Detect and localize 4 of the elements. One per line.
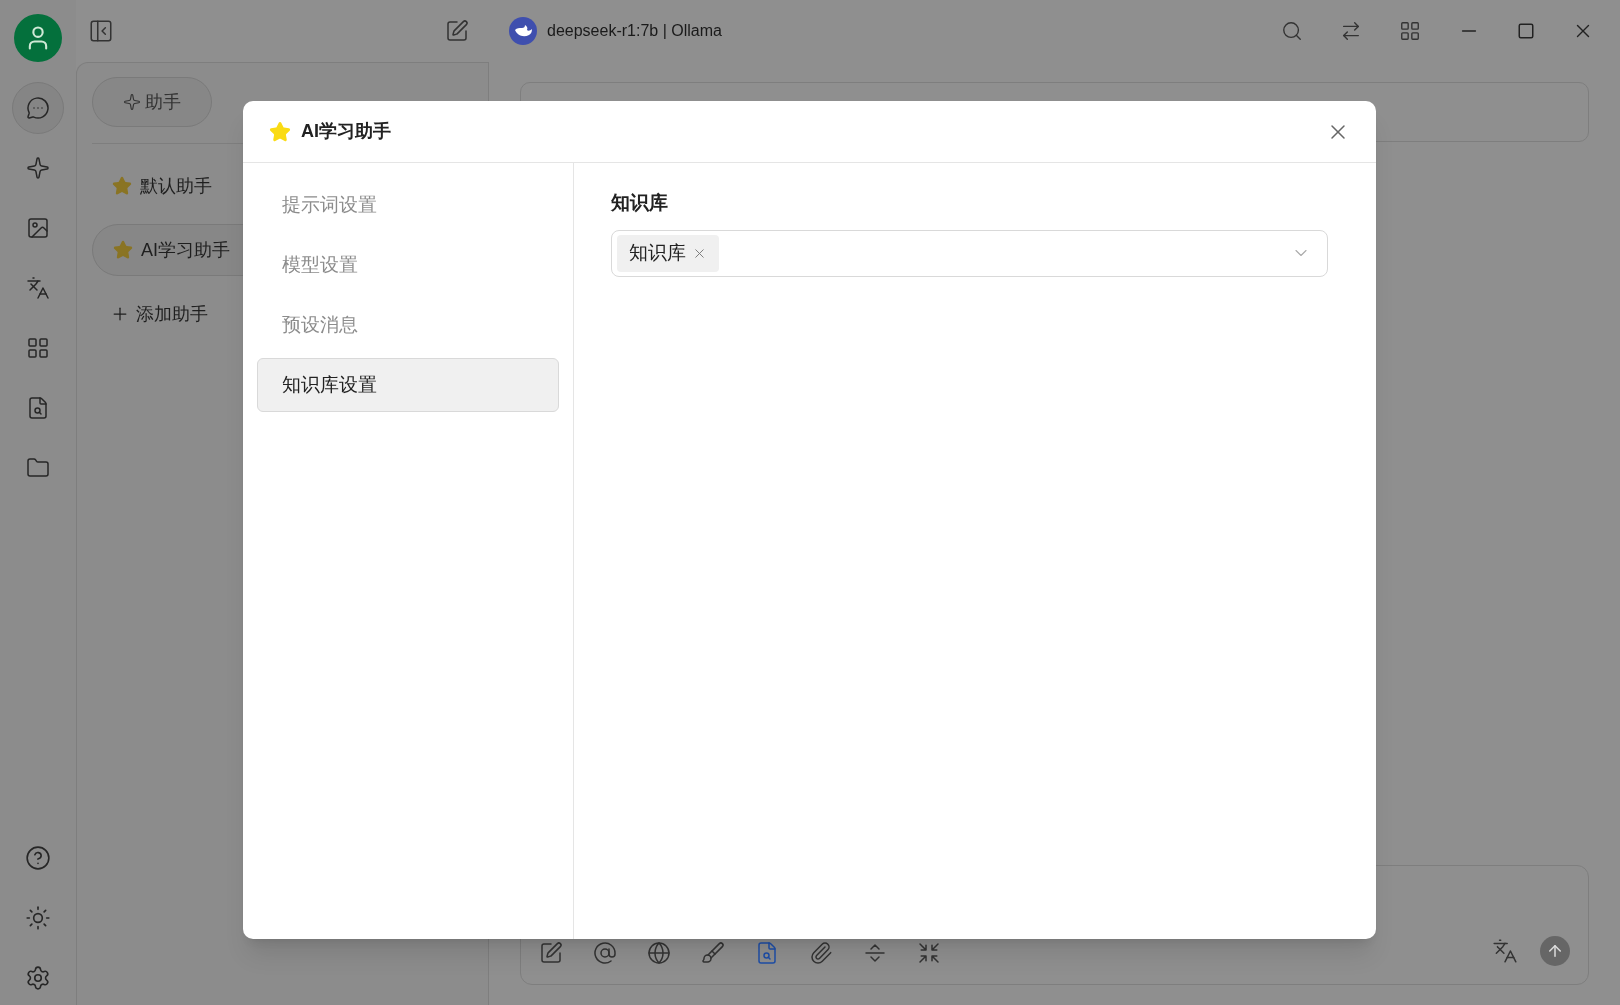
- model-title: deepseek-r1:7b | Ollama: [547, 21, 722, 41]
- dialog-title: AI学习助手: [301, 120, 391, 143]
- selected-tag: 知识库: [617, 234, 719, 272]
- section-title: 知识库: [611, 191, 668, 215]
